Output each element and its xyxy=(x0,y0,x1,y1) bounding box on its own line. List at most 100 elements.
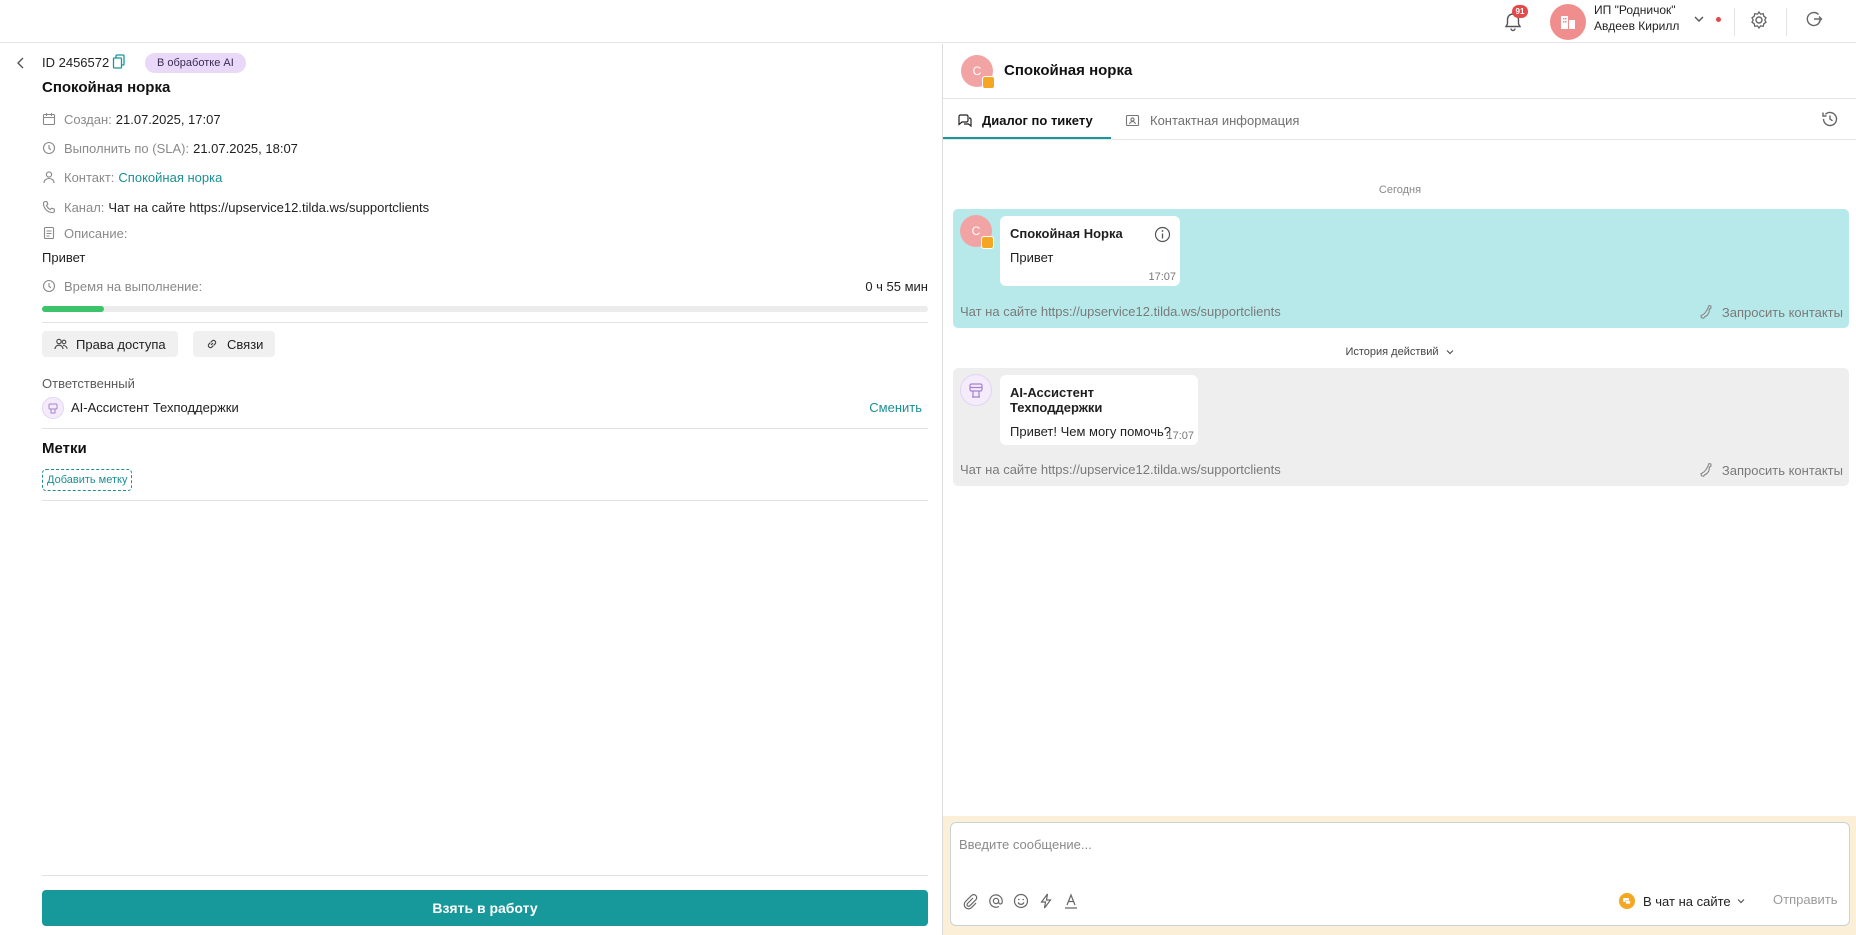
message-author: Спокойная Норка xyxy=(1010,226,1123,241)
sla-label: Выполнить по (SLA): xyxy=(64,140,190,156)
phone-icon xyxy=(1698,462,1714,478)
message-channel: Чат на сайте https://upservice12.tilda.w… xyxy=(960,462,1281,477)
sla-value: 21.07.2025, 18:07 xyxy=(193,140,298,156)
time-remaining: 0 ч 55 мин xyxy=(865,279,928,294)
contact-card-icon xyxy=(1125,113,1140,128)
description-text: Привет xyxy=(42,250,86,265)
message-text: Привет xyxy=(1010,250,1054,265)
change-responsible-button[interactable]: Сменить xyxy=(869,400,922,415)
top-bar: 91 ИП "Родничок" Авдеев Кирилл xyxy=(0,0,1856,43)
channel-row: Канал: Чат на сайте https://upservice12.… xyxy=(42,198,429,216)
channel-value: Чат на сайте https://upservice12.tilda.w… xyxy=(108,199,430,215)
copy-icon[interactable] xyxy=(112,54,126,69)
message-input[interactable] xyxy=(959,833,1839,855)
contact-row: Контакт: Спокойная норка xyxy=(42,168,222,186)
created-row: Создан: 21.07.2025, 17:07 xyxy=(42,110,221,128)
created-label: Создан: xyxy=(64,111,112,127)
message-time: 17:07 xyxy=(1148,271,1176,283)
sla-row: Выполнить по (SLA): 21.07.2025, 18:07 xyxy=(42,139,298,157)
users-icon xyxy=(54,337,68,351)
channel-label: Канал: xyxy=(64,199,105,215)
clock-icon xyxy=(42,141,56,155)
chat-title: Спокойная норка xyxy=(1004,62,1133,79)
tags-title: Метки xyxy=(42,440,87,457)
info-icon[interactable] xyxy=(1154,226,1171,243)
text-format-icon[interactable] xyxy=(1062,892,1080,910)
user-icon xyxy=(42,170,56,184)
tab-contact-info-label: Контактная информация xyxy=(1150,112,1300,128)
day-separator: Сегодня xyxy=(1378,184,1422,196)
divider xyxy=(943,139,1856,140)
calendar-icon xyxy=(42,112,56,126)
request-contacts-button[interactable]: Запросить контакты xyxy=(1698,304,1843,320)
avatar: С xyxy=(961,55,995,89)
take-to-work-button[interactable]: Взять в работу xyxy=(42,890,928,926)
emoji-icon[interactable] xyxy=(1012,892,1030,910)
message-text: Привет! Чем могу помочь? xyxy=(1010,424,1171,439)
lightning-icon[interactable] xyxy=(1037,892,1055,910)
tab-dialog-label: Диалог по тикету xyxy=(982,112,1093,128)
user-name[interactable]: Авдеев Кирилл xyxy=(1594,19,1679,33)
document-icon xyxy=(42,226,56,240)
access-rights-label: Права доступа xyxy=(76,336,166,352)
chevron-down-icon[interactable] xyxy=(1692,12,1706,26)
tab-dialog[interactable]: Диалог по тикету xyxy=(957,109,1093,131)
avatar-letter: С xyxy=(971,224,981,238)
clock-icon xyxy=(42,279,56,293)
robot-icon xyxy=(960,374,992,406)
gear-icon[interactable] xyxy=(1748,9,1770,31)
message-client: С Спокойная Норка Привет 17:07 Чат на са… xyxy=(953,209,1849,328)
status-dot xyxy=(1716,17,1721,22)
avatar-letter: С xyxy=(972,64,982,78)
divider xyxy=(42,322,928,323)
request-contacts-button[interactable]: Запросить контакты xyxy=(1698,462,1843,478)
created-value: 21.07.2025, 17:07 xyxy=(115,111,221,127)
action-history-toggle[interactable]: История действий xyxy=(943,346,1856,358)
divider xyxy=(42,500,928,501)
action-history-label: История действий xyxy=(1345,346,1439,358)
contact-label: Контакт: xyxy=(64,169,115,185)
link-icon xyxy=(205,337,219,351)
robot-icon xyxy=(42,397,64,419)
responsible-label: Ответственный xyxy=(42,376,135,391)
chat-bubble-icon xyxy=(957,113,972,128)
channel-select[interactable]: В чат на сайте xyxy=(1619,890,1746,912)
links-label: Связи xyxy=(227,336,264,352)
message-author: AI-Ассистент Техподдержки xyxy=(1010,385,1103,415)
status-badge: В обработке AI xyxy=(145,53,246,73)
description-row: Описание: xyxy=(42,224,131,242)
time-row: Время на выполнение: xyxy=(42,277,206,295)
mention-icon[interactable] xyxy=(987,892,1005,910)
divider xyxy=(1786,8,1787,36)
back-arrow-icon[interactable] xyxy=(14,56,28,70)
company-name[interactable]: ИП "Родничок" xyxy=(1594,3,1676,17)
avatar: С xyxy=(960,215,994,249)
links-button[interactable]: Связи xyxy=(193,331,276,357)
composer-area: В чат на сайте Отправить xyxy=(943,816,1856,935)
divider xyxy=(943,98,1856,99)
access-rights-button[interactable]: Права доступа xyxy=(42,331,178,357)
phone-icon xyxy=(42,200,56,214)
history-icon[interactable] xyxy=(1820,109,1840,129)
ticket-id: ID 2456572 xyxy=(42,55,110,70)
paperclip-icon[interactable] xyxy=(961,892,979,910)
notification-badge: 91 xyxy=(1512,5,1528,18)
responsible-name: AI-Ассистент Техподдержки xyxy=(71,400,239,415)
message-composer: В чат на сайте Отправить xyxy=(950,822,1850,926)
request-contacts-label: Запросить контакты xyxy=(1721,304,1843,320)
phone-icon xyxy=(1698,304,1714,320)
chat-channel-icon xyxy=(981,236,994,249)
message-bubble: AI-Ассистент Техподдержки Привет! Чем мо… xyxy=(1000,375,1198,445)
company-avatar[interactable] xyxy=(1550,4,1586,40)
contact-link[interactable]: Спокойная норка xyxy=(118,170,222,185)
tab-contact-info[interactable]: Контактная информация xyxy=(1125,109,1299,131)
chat-channel-icon xyxy=(982,76,995,89)
channel-select-label: В чат на сайте xyxy=(1643,893,1731,909)
time-label: Время на выполнение: xyxy=(64,278,203,294)
logout-icon[interactable] xyxy=(1803,8,1825,30)
send-button[interactable]: Отправить xyxy=(1773,892,1837,907)
chevron-down-icon xyxy=(1445,347,1455,357)
add-tag-button[interactable]: Добавить метку xyxy=(42,469,133,491)
description-label: Описание: xyxy=(64,225,128,241)
progress-fill xyxy=(42,306,105,312)
